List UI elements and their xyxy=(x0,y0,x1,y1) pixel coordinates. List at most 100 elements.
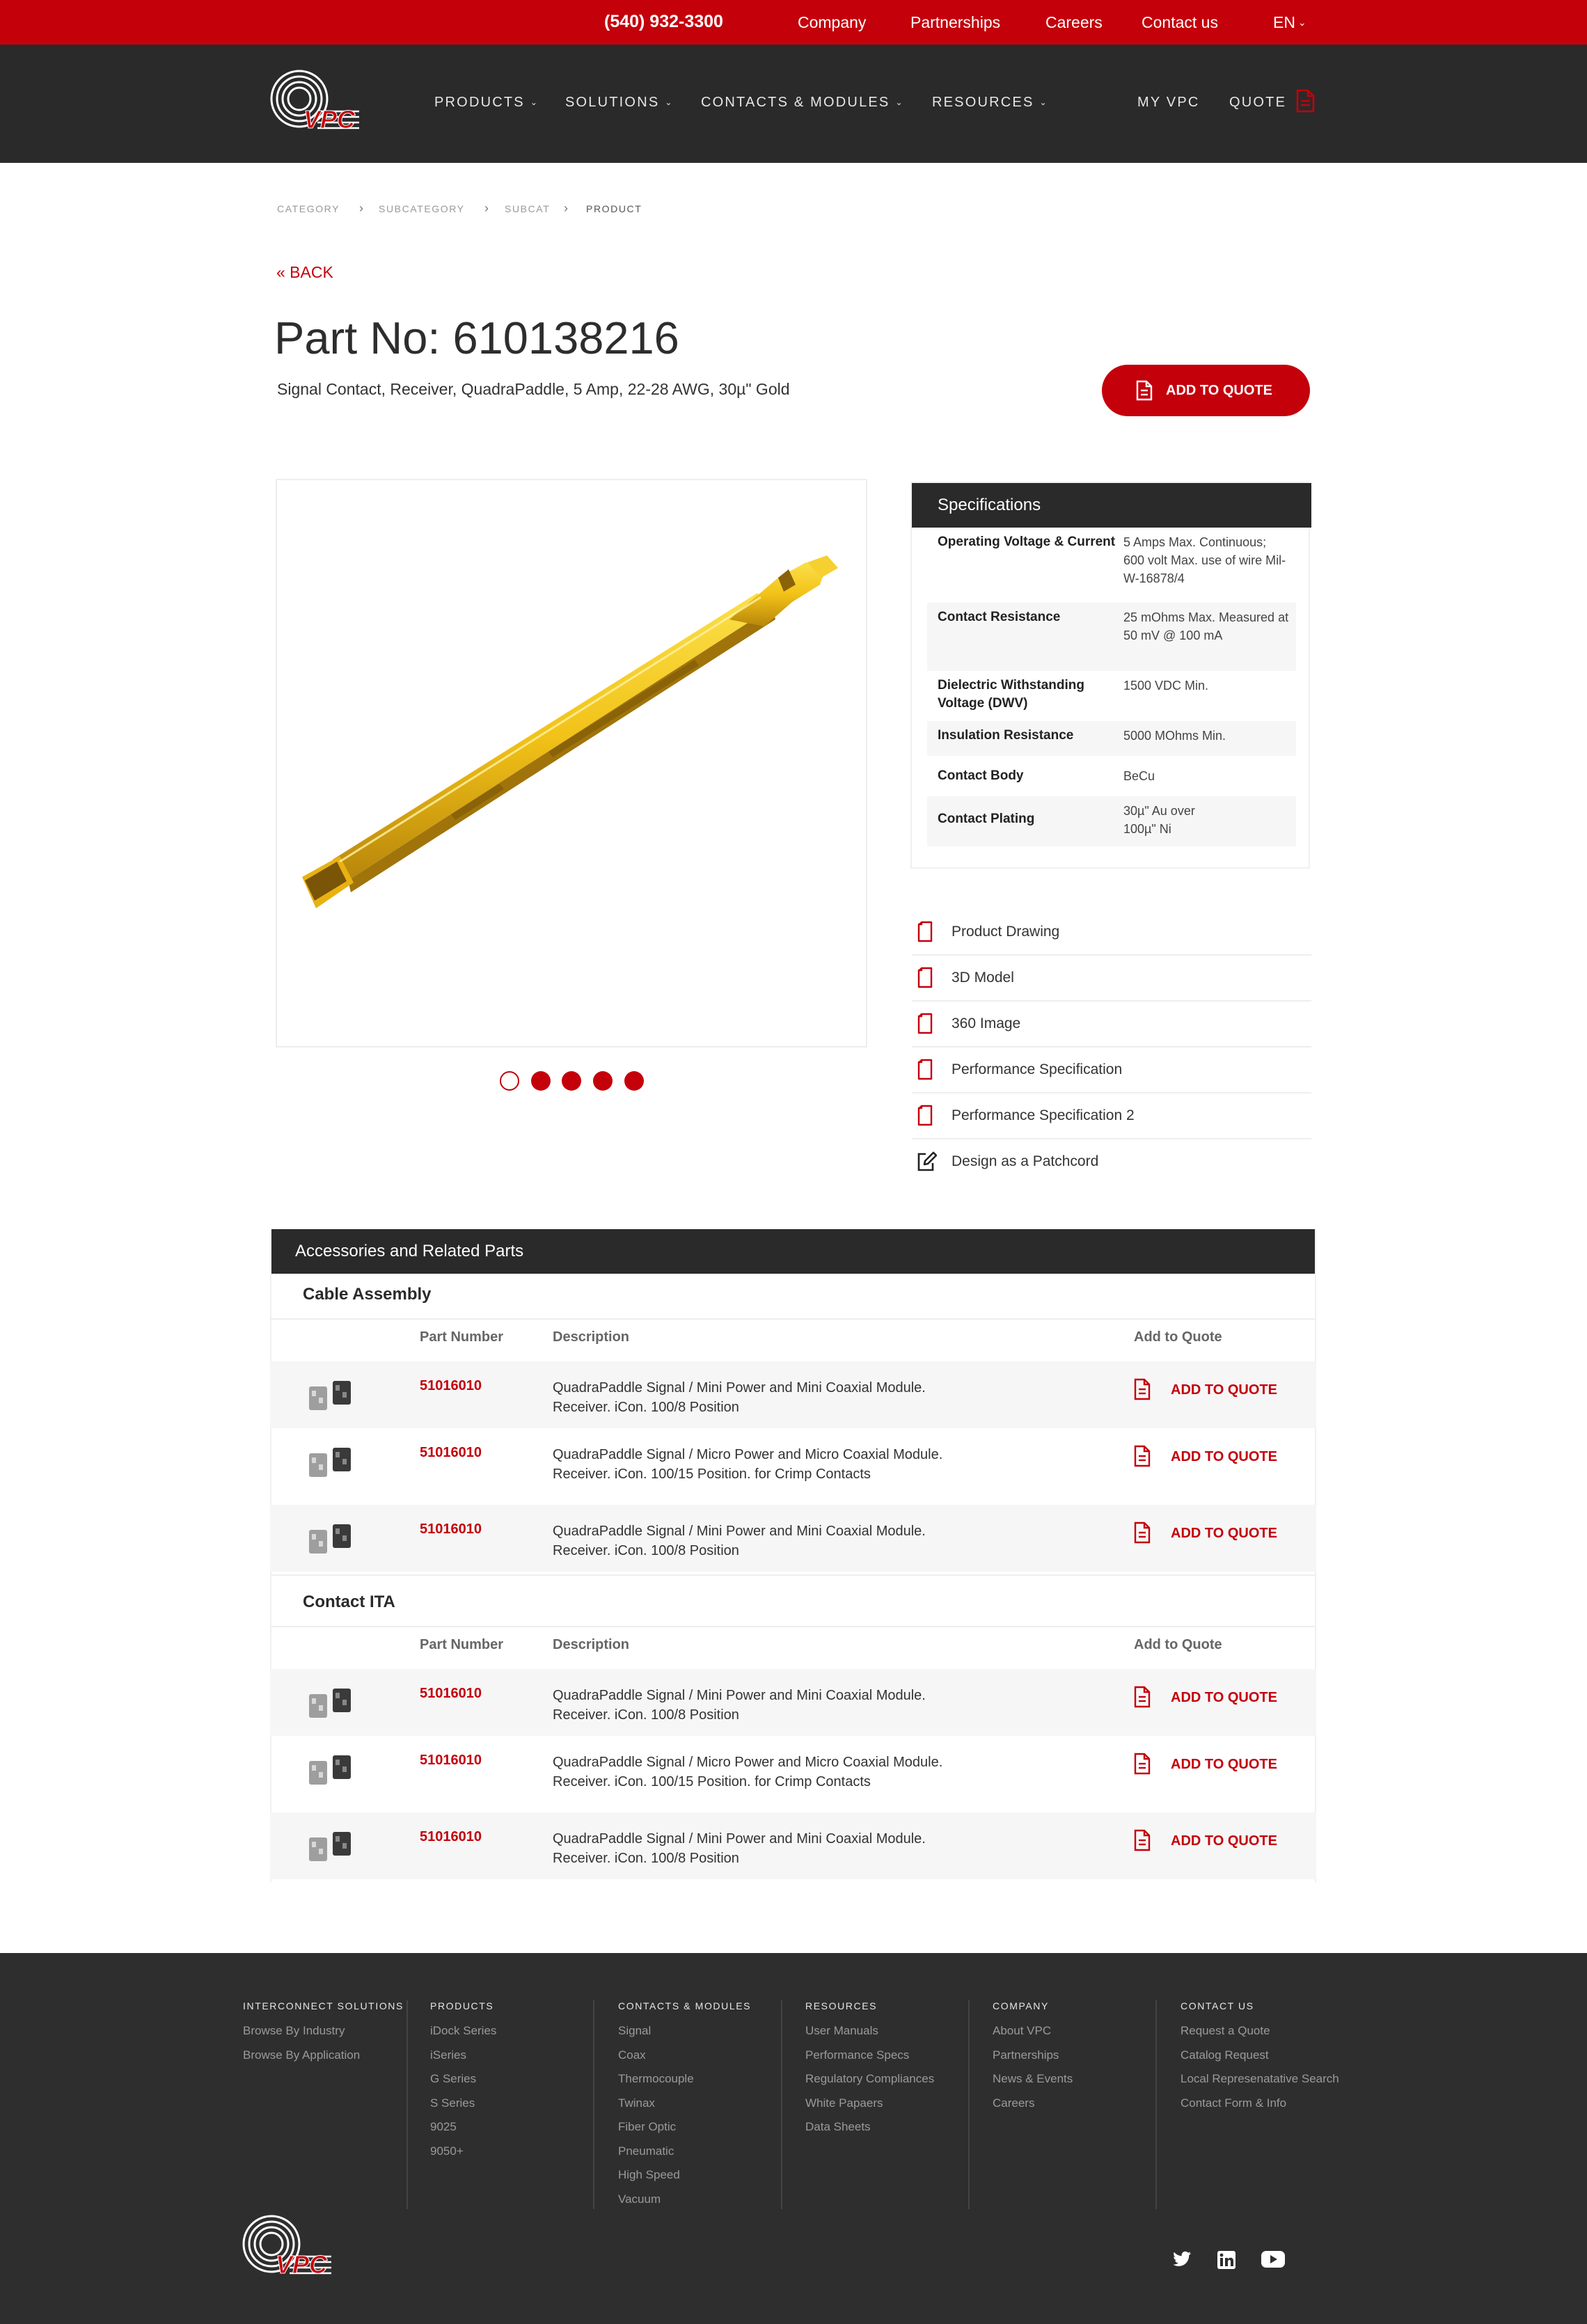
nav-contacts-modules[interactable]: CONTACTS & MODULES ⌄ xyxy=(701,95,904,111)
footer-link[interactable]: Vacuum xyxy=(618,2192,751,2217)
footer-link[interactable]: G Series xyxy=(430,2072,496,2096)
download-label: 3D Model xyxy=(952,970,1014,986)
product-subtitle: Signal Contact, Receiver, QuadraPaddle, … xyxy=(277,380,790,398)
part-number-link[interactable]: 51016010 xyxy=(420,1686,482,1702)
part-number-link[interactable]: 51016010 xyxy=(420,1445,482,1461)
top-link-contact[interactable]: Contact us xyxy=(1142,13,1218,32)
breadcrumb-subcat[interactable]: SUBCAT xyxy=(505,203,550,214)
chevron-down-icon: ⌄ xyxy=(1297,17,1306,28)
table-row: 51016010 QuadraPaddle Signal / Mini Powe… xyxy=(270,1812,1316,1879)
footer-link[interactable]: White Papaers xyxy=(805,2096,934,2121)
footer-link[interactable]: Fiber Optic xyxy=(618,2120,751,2144)
nav-quote[interactable]: QUOTE xyxy=(1229,95,1286,111)
chevron-down-icon: ⌄ xyxy=(1039,97,1048,107)
spec-key: Dielectric Withstanding Voltage (DWV) xyxy=(938,678,1084,711)
design-patchcord-link[interactable]: Design as a Patchcord xyxy=(912,1139,1311,1185)
footer-divider xyxy=(406,2000,408,2209)
quote-document-icon[interactable] xyxy=(1295,89,1316,113)
spec-key: Contact Plating xyxy=(938,812,1035,826)
table-row: 51016010 QuadraPaddle Signal / Micro Pow… xyxy=(270,1736,1316,1812)
footer-column-company: COMPANY About VPC Partnerships News & Ev… xyxy=(993,2000,1073,2120)
footer-link[interactable]: About VPC xyxy=(993,2024,1073,2048)
vpc-logo[interactable]: VPC xyxy=(269,68,363,135)
carousel-dot-5[interactable] xyxy=(624,1071,644,1091)
carousel-dot-1[interactable] xyxy=(500,1071,519,1091)
footer-link[interactable]: User Manuals xyxy=(805,2024,934,2048)
top-link-partnerships[interactable]: Partnerships xyxy=(910,13,1000,32)
breadcrumb-product: PRODUCT xyxy=(586,203,642,214)
download-product-drawing[interactable]: Product Drawing xyxy=(912,910,1311,956)
footer-link[interactable]: Request a Quote xyxy=(1181,2024,1339,2048)
add-to-quote-button[interactable]: ADD TO QUOTE xyxy=(1102,365,1310,416)
footer-link[interactable]: 9025 xyxy=(430,2120,496,2144)
document-icon xyxy=(1134,1521,1151,1544)
footer-link[interactable]: Local Represenatative Search xyxy=(1181,2072,1339,2096)
download-label: Performance Specification xyxy=(952,1061,1123,1077)
top-link-careers[interactable]: Careers xyxy=(1045,13,1103,32)
carousel-dot-4[interactable] xyxy=(593,1071,613,1091)
footer-link[interactable]: Signal xyxy=(618,2024,751,2048)
download-performance-spec-2[interactable]: Performance Specification 2 xyxy=(912,1093,1311,1139)
footer-link[interactable]: Thermocouple xyxy=(618,2072,751,2096)
footer-logo-text: VPC xyxy=(276,2250,328,2279)
part-number-link[interactable]: 51016010 xyxy=(420,1521,482,1538)
module-thumbnail xyxy=(309,1524,351,1554)
language-selector[interactable]: EN ⌄ xyxy=(1273,13,1306,32)
part-number-link[interactable]: 51016010 xyxy=(420,1829,482,1845)
footer-link[interactable]: 9050+ xyxy=(430,2144,496,2169)
row-add-to-quote-label: ADD TO QUOTE xyxy=(1171,1526,1277,1541)
youtube-icon[interactable] xyxy=(1261,2251,1285,2268)
nav-resources[interactable]: RESOURCES ⌄ xyxy=(932,95,1048,111)
part-description: QuadraPaddle Signal / Micro Power and Mi… xyxy=(553,1447,943,1482)
footer-link[interactable]: Data Sheets xyxy=(805,2120,934,2144)
download-performance-spec[interactable]: Performance Specification xyxy=(912,1048,1311,1093)
document-icon xyxy=(1134,1445,1151,1467)
footer-link[interactable]: News & Events xyxy=(993,2072,1073,2096)
footer-link[interactable]: Performance Specs xyxy=(805,2048,934,2073)
linkedin-icon[interactable] xyxy=(1217,2251,1235,2269)
footer-heading: COMPANY xyxy=(993,2000,1049,2011)
footer-link[interactable]: Contact Form & Info xyxy=(1181,2096,1339,2121)
breadcrumb-chevron-icon: › xyxy=(359,201,363,215)
part-number-link[interactable]: 51016010 xyxy=(420,1378,482,1394)
breadcrumb-chevron-icon: › xyxy=(484,201,489,215)
part-number-link[interactable]: 51016010 xyxy=(420,1753,482,1769)
phone-number[interactable]: (540) 932-3300 xyxy=(604,12,723,32)
breadcrumb-subcategory[interactable]: SUBCATEGORY xyxy=(379,203,465,214)
download-360-image[interactable]: 360 Image xyxy=(912,1002,1311,1048)
carousel-dot-2[interactable] xyxy=(531,1071,551,1091)
column-header-part-number: Part Number xyxy=(420,1329,504,1345)
nav-solutions[interactable]: SOLUTIONS ⌄ xyxy=(565,95,674,111)
footer-link[interactable]: Browse By Application xyxy=(243,2048,404,2073)
footer-link[interactable]: Browse By Industry xyxy=(243,2024,404,2048)
footer-link[interactable]: Catalog Request xyxy=(1181,2048,1339,2073)
breadcrumb-category[interactable]: CATEGORY xyxy=(277,203,340,214)
footer-link[interactable]: iSeries xyxy=(430,2048,496,2073)
footer-link[interactable]: High Speed xyxy=(618,2168,751,2192)
breadcrumb-chevron-icon: › xyxy=(564,201,568,215)
nav-solutions-label: SOLUTIONS xyxy=(565,95,660,110)
footer-link[interactable]: Coax xyxy=(618,2048,751,2073)
back-link[interactable]: « BACK xyxy=(276,263,333,282)
document-icon xyxy=(917,1013,933,1034)
nav-my-vpc[interactable]: MY VPC xyxy=(1137,95,1200,111)
carousel-dot-3[interactable] xyxy=(562,1071,581,1091)
footer-link[interactable]: Pneumatic xyxy=(618,2144,751,2169)
footer-link[interactable]: iDock Series xyxy=(430,2024,496,2048)
row-add-to-quote-label: ADD TO QUOTE xyxy=(1171,1449,1277,1464)
download-3d-model[interactable]: 3D Model xyxy=(912,956,1311,1002)
footer-link[interactable]: Partnerships xyxy=(993,2048,1073,2073)
footer-link[interactable]: Careers xyxy=(993,2096,1073,2121)
spec-value: 30µ" Au over 100µ" Ni xyxy=(1123,804,1195,836)
footer-vpc-logo[interactable]: VPC xyxy=(241,2213,335,2284)
row-add-to-quote-label: ADD TO QUOTE xyxy=(1171,1382,1277,1398)
nav-products[interactable]: PRODUCTS ⌄ xyxy=(434,95,539,111)
footer-heading: CONTACT US xyxy=(1181,2000,1254,2011)
twitter-icon[interactable] xyxy=(1172,2251,1192,2268)
top-link-company[interactable]: Company xyxy=(798,13,866,32)
footer-link[interactable]: Twinax xyxy=(618,2096,751,2121)
spec-value: 5 Amps Max. Continuous; 600 volt Max. us… xyxy=(1123,535,1286,585)
download-label: Design as a Patchcord xyxy=(952,1153,1099,1169)
footer-link[interactable]: S Series xyxy=(430,2096,496,2121)
footer-link[interactable]: Regulatory Compliances xyxy=(805,2072,934,2096)
